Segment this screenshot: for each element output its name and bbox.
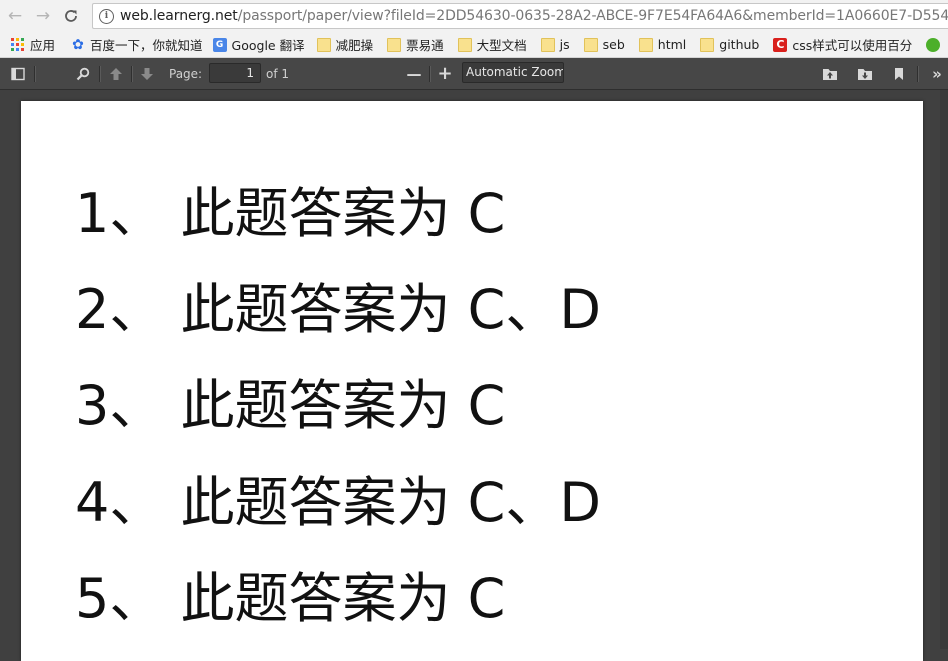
google-translate-icon: G [212,37,227,52]
toolbar-separator [131,66,133,82]
answer-line: 3、 此题答案为 C [75,374,506,437]
arrow-up-icon [110,68,122,80]
csdn-icon: C [773,37,788,52]
url-host: web.learnerg.net [120,8,238,24]
toolbar-separator [429,66,431,82]
previous-page-button[interactable] [108,66,124,82]
bookmark-folder-js[interactable]: js [540,37,570,52]
download-button[interactable] [856,66,874,82]
bookmark-label: 大型文档 [476,38,527,53]
download-icon [858,69,872,80]
wechat-icon [926,37,941,52]
bookmarks-bar: 应用 ✿ 百度一下，你就知道 G Google 翻译 减肥操 票易通 大型文档 … [0,32,948,58]
answer-line: 5、 此题答案为 C [75,567,506,630]
bookmark-overflow[interactable] [926,37,945,52]
bookmark-css-percent[interactable]: C css样式可以使用百分 [773,35,912,54]
double-chevron-right-icon: » [932,65,942,83]
minus-icon: — [406,65,422,83]
secondary-toolbar-toggle[interactable]: » [928,65,946,83]
bookmark-label: 减肥操 [335,38,374,53]
url-text: web.learnerg.net/passport/paper/view?fil… [120,8,948,24]
bookmark-baidu[interactable]: ✿ 百度一下，你就知道 [71,35,203,54]
bookmark-folder-piaoyitong[interactable]: 票易通 [387,35,444,54]
folder-icon [583,37,598,52]
bookmark-google-translate[interactable]: G Google 翻译 [212,35,305,54]
arrow-right-icon: → [35,6,51,26]
arrow-left-icon: ← [7,6,23,26]
zoom-select-value: Automatic Zoom [466,65,564,79]
forward-button[interactable]: → [30,3,56,29]
bookmark-folder-github[interactable]: github [700,37,759,52]
bookmark-folder-seb[interactable]: seb [583,37,625,52]
answer-line: 4、 此题答案为 C、D [75,471,601,534]
bookmark-label: css样式可以使用百分 [792,38,913,53]
info-icon[interactable]: i [99,8,114,24]
search-icon [76,67,90,81]
zoom-in-button[interactable]: + [436,62,454,84]
folder-icon [457,37,472,52]
url-input[interactable]: i web.learnerg.net/passport/paper/view?f… [92,3,948,29]
open-file-button[interactable] [821,66,839,82]
browser-address-bar: ← → i web.learnerg.net/passport/paper/vi… [0,0,948,32]
sidebar-toggle-button[interactable] [10,66,26,82]
find-button[interactable] [75,66,91,82]
bookmark-label: html [657,37,687,52]
folder-icon [316,37,331,52]
page-number-input[interactable]: 1 [209,63,261,83]
open-file-icon [823,69,837,80]
folder-icon [540,37,555,52]
folder-icon [387,37,402,52]
toolbar-separator [917,66,919,82]
back-button[interactable]: ← [2,3,28,29]
pdf-toolbar: Page: 1 of 1 — + Automatic Zoom⇕ » [0,58,948,90]
vertical-scrollbar[interactable] [940,90,948,649]
reload-button[interactable] [58,3,84,29]
folder-icon [638,37,653,52]
bookmark-button[interactable] [891,66,907,82]
answer-line: 1、 此题答案为 C [75,182,506,245]
arrow-down-icon [141,68,153,80]
url-path: /passport/paper/view?fileId=2DD54630-063… [237,8,948,24]
next-page-button[interactable] [139,66,155,82]
pdf-viewer-container[interactable]: 1、 此题答案为 C 2、 此题答案为 C、D 3、 此题答案为 C 4、 此题… [0,90,948,661]
bookmark-label: seb [602,37,625,52]
bookmark-label: 百度一下，你就知道 [90,38,203,53]
bookmark-folder-html[interactable]: html [638,37,687,52]
bookmark-label: Google 翻译 [231,38,305,53]
reload-icon [65,10,77,22]
plus-icon: + [437,62,453,84]
zoom-select[interactable]: Automatic Zoom⇕ [462,62,564,83]
pdf-page: 1、 此题答案为 C 2、 此题答案为 C、D 3、 此题答案为 C 4、 此题… [21,101,923,661]
bookmark-icon [895,68,903,80]
bookmark-label: js [559,37,570,52]
toolbar-separator [99,66,101,82]
bookmark-label: 票易通 [406,38,444,53]
bookmark-folder-large-docs[interactable]: 大型文档 [457,35,527,54]
answer-line: 2、 此题答案为 C、D [75,278,601,341]
baidu-icon: ✿ [72,36,84,53]
bookmark-label: 应用 [30,38,56,53]
sidebar-icon [11,67,25,81]
toolbar-separator [34,66,36,82]
zoom-out-button[interactable]: — [405,64,423,84]
bookmark-folder-jianfeicao[interactable]: 减肥操 [316,35,374,54]
folder-icon [700,37,715,52]
bookmark-apps[interactable]: 应用 [11,35,55,54]
page-count-label: of 1 [266,67,290,81]
apps-icon [11,37,25,52]
bookmark-label: github [719,37,760,52]
page-label: Page: [169,67,203,81]
